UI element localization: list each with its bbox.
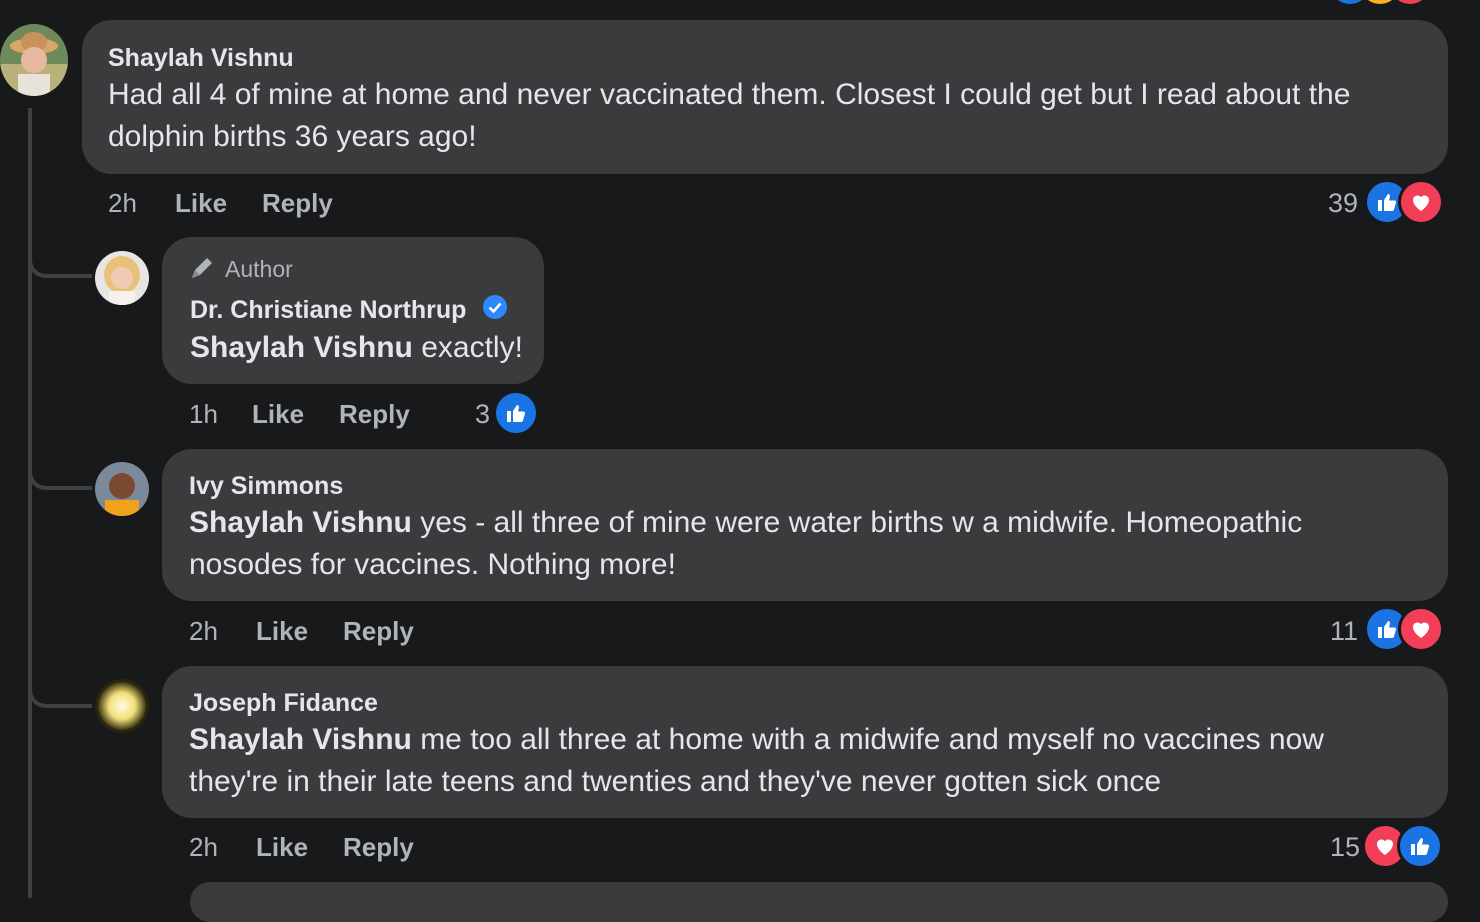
- comment-author[interactable]: Shaylah Vishnu: [108, 44, 294, 73]
- mention-link[interactable]: Shaylah Vishnu: [189, 723, 412, 756]
- next-comment-bubble-partial: [190, 882, 1448, 922]
- reaction-count[interactable]: 15: [1330, 832, 1360, 863]
- thread-line-vertical: [28, 108, 32, 898]
- previous-reactions-partial: [1330, 0, 1440, 6]
- comment-text: Shaylah Vishnu yes - all three of mine w…: [189, 506, 1303, 581]
- thumbs-up-icon: [1397, 823, 1443, 869]
- reply-button[interactable]: Reply: [343, 616, 414, 647]
- like-button[interactable]: Like: [175, 188, 227, 219]
- author-badge: Author: [225, 256, 293, 282]
- reaction-count[interactable]: 3: [475, 399, 490, 430]
- avatar[interactable]: [95, 251, 149, 305]
- comment-text: Shaylah Vishnu exactly!: [190, 331, 523, 364]
- avatar[interactable]: [95, 679, 149, 733]
- thread-branch-1: [28, 250, 92, 278]
- thread-branch-3: [28, 680, 92, 708]
- comment-time[interactable]: 1h: [189, 399, 218, 430]
- avatar[interactable]: [0, 24, 68, 96]
- comment-time[interactable]: 2h: [108, 188, 137, 219]
- mention-link[interactable]: Shaylah Vishnu: [190, 331, 413, 364]
- reply-button[interactable]: Reply: [343, 832, 414, 863]
- author-pen-icon: [188, 254, 216, 282]
- like-button[interactable]: Like: [256, 832, 308, 863]
- comment-author[interactable]: Ivy Simmons: [189, 472, 343, 501]
- comment-time[interactable]: 2h: [189, 616, 218, 647]
- comment-time[interactable]: 2h: [189, 832, 218, 863]
- comment-author[interactable]: Dr. Christiane Northrup: [190, 296, 466, 325]
- thumbs-up-icon: [493, 390, 539, 436]
- reaction-count[interactable]: 11: [1330, 616, 1358, 647]
- heart-icon: [1398, 179, 1444, 225]
- avatar[interactable]: [95, 462, 149, 516]
- like-button[interactable]: Like: [256, 616, 308, 647]
- reply-button[interactable]: Reply: [262, 188, 333, 219]
- reaction-count[interactable]: 39: [1328, 188, 1358, 219]
- verified-badge-icon: [482, 294, 508, 320]
- thread-branch-2: [28, 462, 92, 490]
- comment-text: Had all 4 of mine at home and never vacc…: [108, 78, 1351, 153]
- like-button[interactable]: Like: [252, 399, 304, 430]
- mention-link[interactable]: Shaylah Vishnu: [189, 506, 412, 539]
- heart-icon: [1398, 606, 1444, 652]
- comment-author[interactable]: Joseph Fidance: [189, 689, 378, 718]
- reply-button[interactable]: Reply: [339, 399, 410, 430]
- comment-text: Shaylah Vishnu me too all three at home …: [189, 723, 1324, 798]
